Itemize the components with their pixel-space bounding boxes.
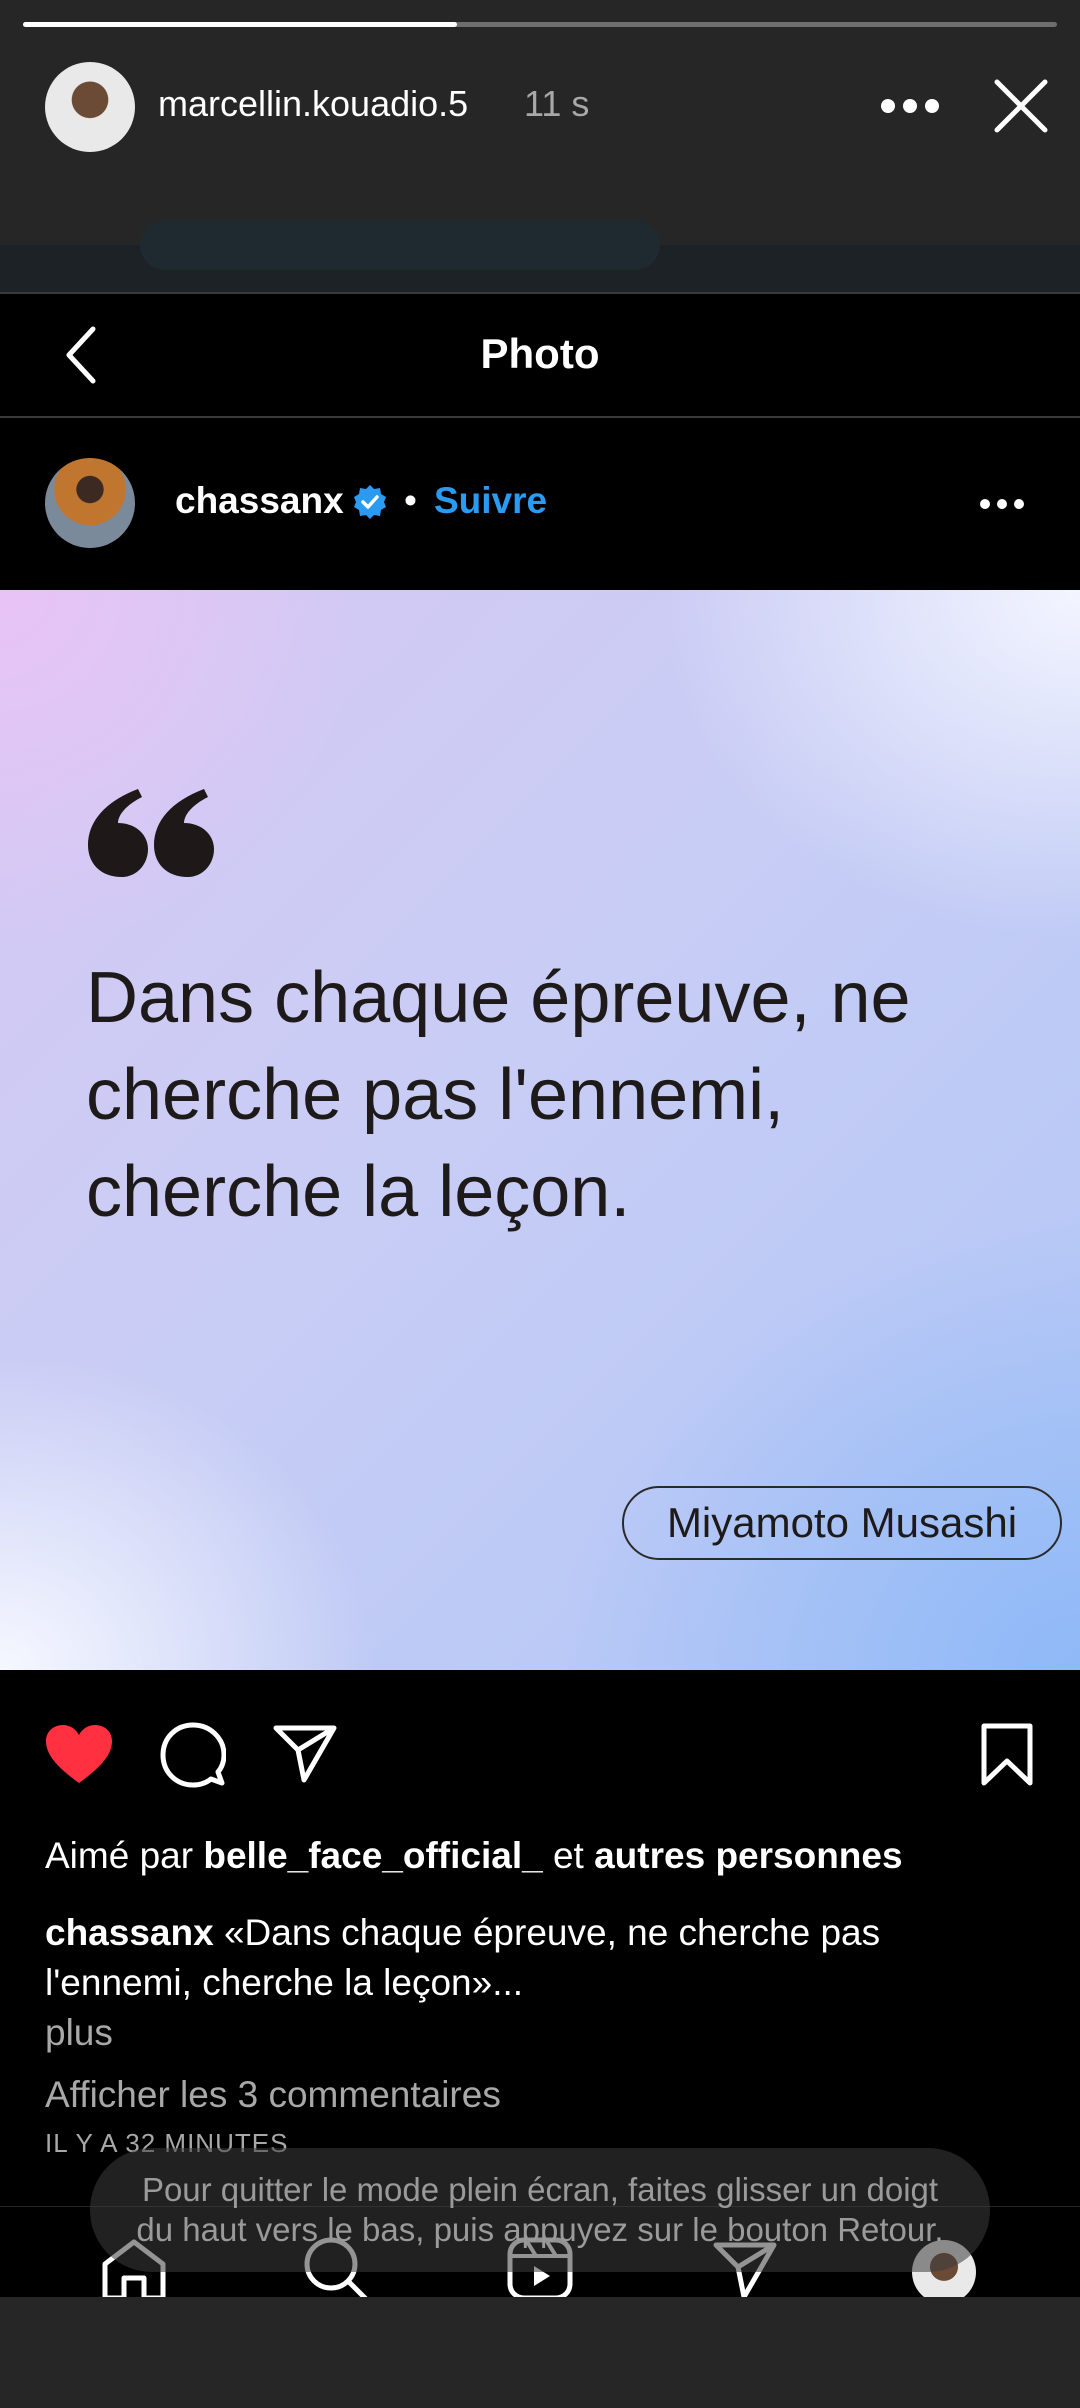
quote-mark-icon: [86, 785, 216, 885]
quote-text: Dans chaque épreuve, ne cherche pas l'en…: [86, 950, 1036, 1241]
share-icon[interactable]: [270, 1720, 340, 1786]
separator-dot: •: [404, 480, 417, 521]
bookmark-icon[interactable]: [978, 1720, 1036, 1790]
follow-button[interactable]: Suivre: [434, 480, 547, 522]
quote-line: cherche la leçon.: [86, 1152, 631, 1232]
caption-more-link[interactable]: plus: [45, 2012, 113, 2054]
page-title: Photo: [480, 330, 600, 377]
story-username[interactable]: marcellin.kouadio.5: [158, 83, 468, 125]
top-strip-pill: [140, 220, 660, 270]
heart-icon[interactable]: [42, 1720, 116, 1788]
liked-prefix: Aimé par: [45, 1835, 194, 1876]
liked-middle: et: [552, 1835, 584, 1876]
fullscreen-hint-toast: Pour quitter le mode plein écran, faites…: [90, 2148, 990, 2272]
comment-icon[interactable]: [158, 1720, 228, 1790]
view-comments-link[interactable]: Afficher les 3 commentaires: [45, 2074, 501, 2116]
post-more-options-icon[interactable]: [975, 492, 1029, 516]
close-icon[interactable]: [990, 75, 1052, 137]
story-time: 11 s: [524, 83, 590, 124]
caption-username[interactable]: chassanx: [45, 1912, 214, 1953]
post-username[interactable]: chassanx: [175, 480, 344, 522]
post-caption: chassanx «Dans chaque épreuve, ne cherch…: [45, 1908, 1035, 2008]
system-bottom-bar: [0, 2297, 1080, 2408]
divider: [0, 416, 1080, 418]
post-author-avatar[interactable]: [45, 458, 135, 548]
verified-badge-icon: [350, 482, 390, 522]
liked-user[interactable]: belle_face_official_: [203, 1835, 542, 1876]
story-progress-bar: [23, 22, 1057, 27]
story-progress-fill: [23, 22, 458, 27]
liked-others[interactable]: autres personnes: [594, 1835, 902, 1876]
divider: [0, 292, 1080, 294]
story-avatar[interactable]: [45, 62, 135, 152]
quote-line: cherche pas l'ennemi,: [86, 1055, 785, 1135]
liked-by-text[interactable]: Aimé par belle_face_official_ et autres …: [45, 1835, 903, 1877]
story-more-options-icon[interactable]: [878, 84, 942, 128]
quote-line: Dans chaque épreuve, ne: [86, 958, 911, 1038]
quote-author: Miyamoto Musashi: [622, 1486, 1062, 1560]
